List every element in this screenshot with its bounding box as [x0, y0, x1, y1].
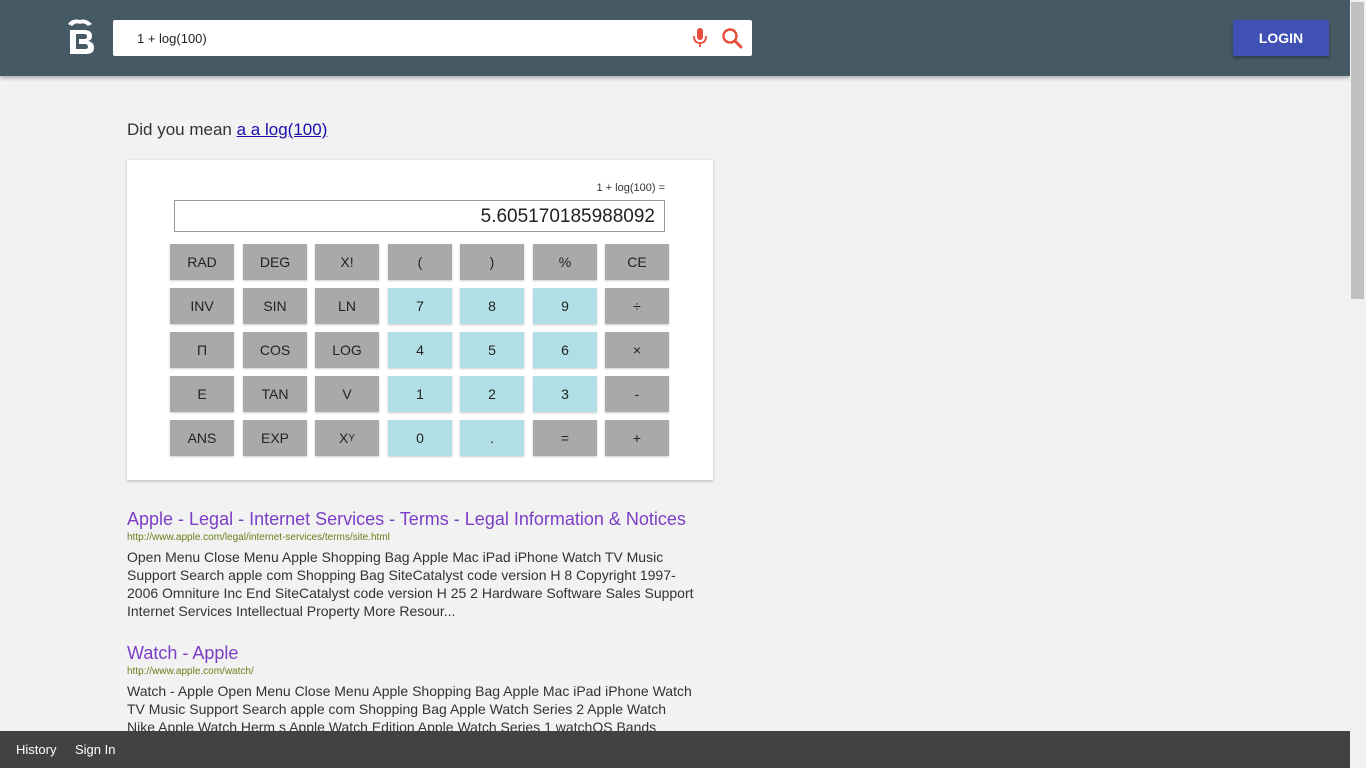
search-result: Apple - Legal - Internet Services - Term…: [127, 508, 697, 620]
calculator-card: 1 + log(100) = 5.605170185988092 RAD DEG X…: [127, 160, 713, 480]
calc-key[interactable]: TAN: [243, 376, 307, 412]
calc-key[interactable]: =: [533, 420, 597, 456]
login-button[interactable]: LOGIN: [1233, 20, 1329, 56]
calculator-display[interactable]: 5.605170185988092: [174, 200, 665, 232]
calc-key[interactable]: %: [533, 244, 597, 280]
history-link[interactable]: History: [16, 742, 56, 757]
result-title-link[interactable]: Apple - Legal - Internet Services - Term…: [127, 508, 697, 530]
calc-key[interactable]: ANS: [170, 420, 234, 456]
calc-key[interactable]: ): [460, 244, 524, 280]
result-title-link[interactable]: Watch - Apple: [127, 642, 697, 664]
scrollbar-thumb[interactable]: [1351, 2, 1364, 299]
calc-key[interactable]: COS: [243, 332, 307, 368]
sign-in-link[interactable]: Sign In: [75, 742, 115, 757]
microphone-icon[interactable]: [692, 27, 708, 49]
calc-key[interactable]: (: [388, 244, 452, 280]
calc-key[interactable]: 4: [388, 332, 452, 368]
calc-key[interactable]: 1: [388, 376, 452, 412]
calculator-expression: 1 + log(100) =: [596, 182, 666, 194]
search-box: [113, 20, 752, 56]
magnifier-icon[interactable]: [721, 27, 743, 49]
bonsai-b-logo-icon[interactable]: [62, 18, 98, 58]
calc-key[interactable]: 3: [533, 376, 597, 412]
did-you-mean: Did you mean a a log(100): [127, 120, 327, 140]
calc-key[interactable]: Π: [170, 332, 234, 368]
calc-key[interactable]: SIN: [243, 288, 307, 324]
calc-key[interactable]: .: [460, 420, 524, 456]
calc-key[interactable]: 9: [533, 288, 597, 324]
calc-key[interactable]: +: [605, 420, 669, 456]
result-url: http://www.apple.com/legal/internet-serv…: [127, 532, 390, 543]
calc-key[interactable]: EXP: [243, 420, 307, 456]
calc-key[interactable]: E: [170, 376, 234, 412]
footer-bar: History Sign In: [0, 731, 1350, 768]
calc-key[interactable]: X!: [315, 244, 379, 280]
calc-key[interactable]: DEG: [243, 244, 307, 280]
calc-key[interactable]: 2: [460, 376, 524, 412]
calc-key[interactable]: 5: [460, 332, 524, 368]
did-you-mean-prefix: Did you mean: [127, 120, 232, 139]
calc-key[interactable]: 0: [388, 420, 452, 456]
calc-key[interactable]: -: [605, 376, 669, 412]
calc-key[interactable]: 7: [388, 288, 452, 324]
calc-key[interactable]: 8: [460, 288, 524, 324]
result-url: http://www.apple.com/watch/: [127, 666, 254, 677]
calc-key[interactable]: RAD: [170, 244, 234, 280]
calc-key[interactable]: V: [315, 376, 379, 412]
calc-key[interactable]: XY: [315, 420, 379, 456]
did-you-mean-suggestion-link[interactable]: a a log(100): [237, 120, 328, 139]
calc-key[interactable]: INV: [170, 288, 234, 324]
search-input[interactable]: [113, 20, 683, 56]
calc-key[interactable]: LN: [315, 288, 379, 324]
calc-key[interactable]: ÷: [605, 288, 669, 324]
result-snippet: Open Menu Close Menu Apple Shopping Bag …: [127, 549, 694, 619]
calc-key[interactable]: 6: [533, 332, 597, 368]
calc-key[interactable]: ×: [605, 332, 669, 368]
calc-key[interactable]: LOG: [315, 332, 379, 368]
calc-key[interactable]: CE: [605, 244, 669, 280]
